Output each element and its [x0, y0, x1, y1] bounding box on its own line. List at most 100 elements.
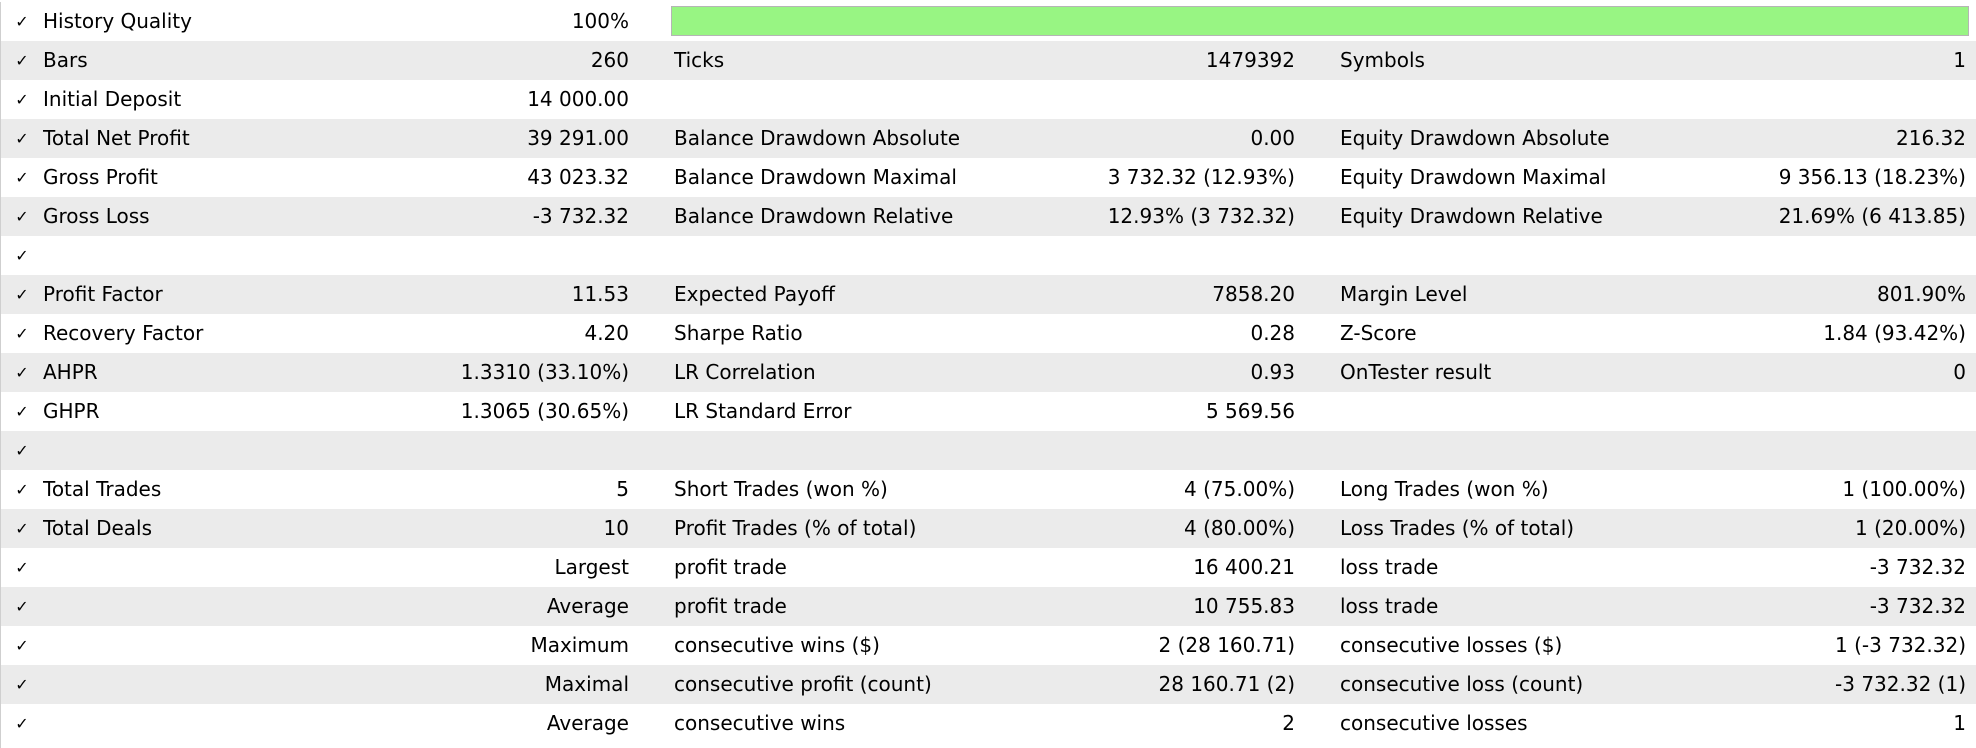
report-row: ✓ Average consecutive wins 2 consecutive los…	[1, 704, 1976, 743]
report-value-col2: 0.28	[1250, 321, 1295, 345]
checkmark-icon[interactable]: ✓	[11, 509, 33, 548]
report-label-col2: Short Trades (won %)	[674, 477, 888, 501]
report-value-col1: 260	[590, 48, 629, 72]
report-value-col2: 1479392	[1205, 48, 1295, 72]
report-label-col2: Balance Drawdown Maximal	[674, 165, 957, 189]
history-quality-bar	[671, 6, 1969, 36]
report-row-history-quality: ✓ History Quality 100%	[1, 2, 1976, 41]
report-label-col1: Total Deals	[43, 516, 153, 540]
report-label-col3: loss trade	[1340, 594, 1439, 618]
report-value-col3	[1641, 392, 1966, 431]
checkmark-icon[interactable]: ✓	[11, 626, 33, 665]
report-label-col2: Sharpe Ratio	[674, 321, 803, 345]
report-row: ✓ Total Deals 10 Profit Trades (% of total)…	[1, 509, 1976, 548]
report-row: ✓ Maximal consecutive profit (count) 28 160…	[1, 665, 1976, 704]
report-value-col3	[1641, 80, 1966, 119]
report-label-col2: consecutive profit (count)	[674, 672, 932, 696]
report-value-col1: Average	[546, 711, 629, 735]
report-label-col2: profit trade	[674, 594, 787, 618]
report-value-col2: 3 732.32 (12.93%)	[1107, 165, 1295, 189]
checkmark-icon[interactable]: ✓	[11, 197, 33, 236]
report-label-col3	[1340, 236, 1670, 275]
checkmark-icon[interactable]: ✓	[11, 2, 33, 41]
report-label-col1	[43, 704, 363, 743]
report-value-col1: Maximal	[544, 672, 629, 696]
report-value-col1: -3 732.32	[532, 204, 629, 228]
report-label-col1	[43, 548, 363, 587]
report-value-col2	[961, 431, 1295, 470]
report-value-col2: 12.93% (3 732.32)	[1107, 204, 1295, 228]
report-label-col1: Total Trades	[43, 477, 162, 501]
report-label-col1	[43, 236, 363, 275]
report-label-col2	[674, 80, 1004, 119]
report-label-col2: Expected Payoff	[674, 282, 835, 306]
report-row: ✓ Initial Deposit 14 000.00	[1, 80, 1976, 119]
report-label-col3: Z-Score	[1340, 321, 1417, 345]
report-value-col1	[361, 236, 629, 275]
report-value-col3: 801.90%	[1877, 282, 1966, 306]
report-value-col2: 7858.20	[1212, 282, 1295, 306]
checkmark-icon[interactable]: ✓	[11, 470, 33, 509]
history-quality-value: 100%	[571, 9, 629, 33]
report-label-col1: AHPR	[43, 360, 98, 384]
report-label-col3: Loss Trades (% of total)	[1340, 516, 1575, 540]
checkmark-icon[interactable]: ✓	[11, 392, 33, 431]
checkmark-icon[interactable]: ✓	[11, 353, 33, 392]
report-value-col3: 1	[1953, 48, 1966, 72]
checkmark-icon[interactable]: ✓	[11, 158, 33, 197]
report-label-col3	[1340, 431, 1670, 470]
report-label-col3: Symbols	[1340, 48, 1425, 72]
report-value-col3: 1.84 (93.42%)	[1823, 321, 1966, 345]
report-label-col2: consecutive wins	[674, 711, 846, 735]
report-label-col3: OnTester result	[1340, 360, 1492, 384]
report-label-col2: Ticks	[674, 48, 725, 72]
checkmark-icon[interactable]: ✓	[11, 275, 33, 314]
report-row: ✓ Average profit trade 10 755.83 loss trade -…	[1, 587, 1976, 626]
report-row: ✓ Gross Profit 43 023.32 Balance Drawdown M…	[1, 158, 1976, 197]
report-value-col1: 14 000.00	[527, 87, 629, 111]
report-value-col3	[1641, 236, 1966, 275]
checkmark-icon[interactable]: ✓	[11, 587, 33, 626]
checkmark-icon[interactable]: ✓	[11, 41, 33, 80]
checkmark-icon[interactable]: ✓	[11, 119, 33, 158]
checkmark-icon[interactable]: ✓	[11, 704, 33, 743]
report-label-col3: consecutive loss (count)	[1340, 672, 1584, 696]
checkmark-icon[interactable]: ✓	[11, 431, 33, 470]
report-value-col2: 2 (28 160.71)	[1158, 633, 1295, 657]
report-label-col3: Margin Level	[1340, 282, 1468, 306]
report-label-col2: consecutive wins ($)	[674, 633, 880, 657]
report-label-col2: LR Standard Error	[674, 399, 852, 423]
checkmark-icon[interactable]: ✓	[11, 665, 33, 704]
report-label-col2: LR Correlation	[674, 360, 816, 384]
report-value-col1: 1.3310 (33.10%)	[460, 360, 629, 384]
report-label-col3: Equity Drawdown Absolute	[1340, 126, 1610, 150]
report-value-col3: 9 356.13 (18.23%)	[1778, 165, 1966, 189]
report-label-col1	[43, 431, 363, 470]
report-value-col1: Maximum	[530, 633, 629, 657]
report-row: ✓ Maximum consecutive wins ($) 2 (28 160.71…	[1, 626, 1976, 665]
report-value-col3: 1 (-3 732.32)	[1835, 633, 1966, 657]
report-label-col1	[43, 665, 363, 704]
history-quality-label: History Quality	[43, 9, 192, 33]
report-value-col3: 0	[1953, 360, 1966, 384]
report-value-col1: 4.20	[584, 321, 629, 345]
report-value-col3: 1 (100.00%)	[1842, 477, 1966, 501]
report-label-col3: Long Trades (won %)	[1340, 477, 1549, 501]
report-value-col1: 1.3065 (30.65%)	[460, 399, 629, 423]
report-label-col3: Equity Drawdown Maximal	[1340, 165, 1607, 189]
report-label-col2: Balance Drawdown Relative	[674, 204, 954, 228]
report-row: ✓ Recovery Factor 4.20 Sharpe Ratio 0.28 Z-Sc…	[1, 314, 1976, 353]
report-value-col1: Largest	[554, 555, 629, 579]
checkmark-icon[interactable]: ✓	[11, 548, 33, 587]
report-value-col2: 4 (80.00%)	[1184, 516, 1295, 540]
checkmark-icon[interactable]: ✓	[11, 80, 33, 119]
report-label-col2: Profit Trades (% of total)	[674, 516, 917, 540]
report-value-col2: 2	[1282, 711, 1295, 735]
report-value-col3: 1 (20.00%)	[1855, 516, 1966, 540]
checkmark-icon[interactable]: ✓	[11, 314, 33, 353]
report-value-col2	[961, 236, 1295, 275]
report-label-col2	[674, 431, 1004, 470]
checkmark-icon[interactable]: ✓	[11, 236, 33, 275]
report-value-col2: 4 (75.00%)	[1184, 477, 1295, 501]
report-label-col3: loss trade	[1340, 555, 1439, 579]
